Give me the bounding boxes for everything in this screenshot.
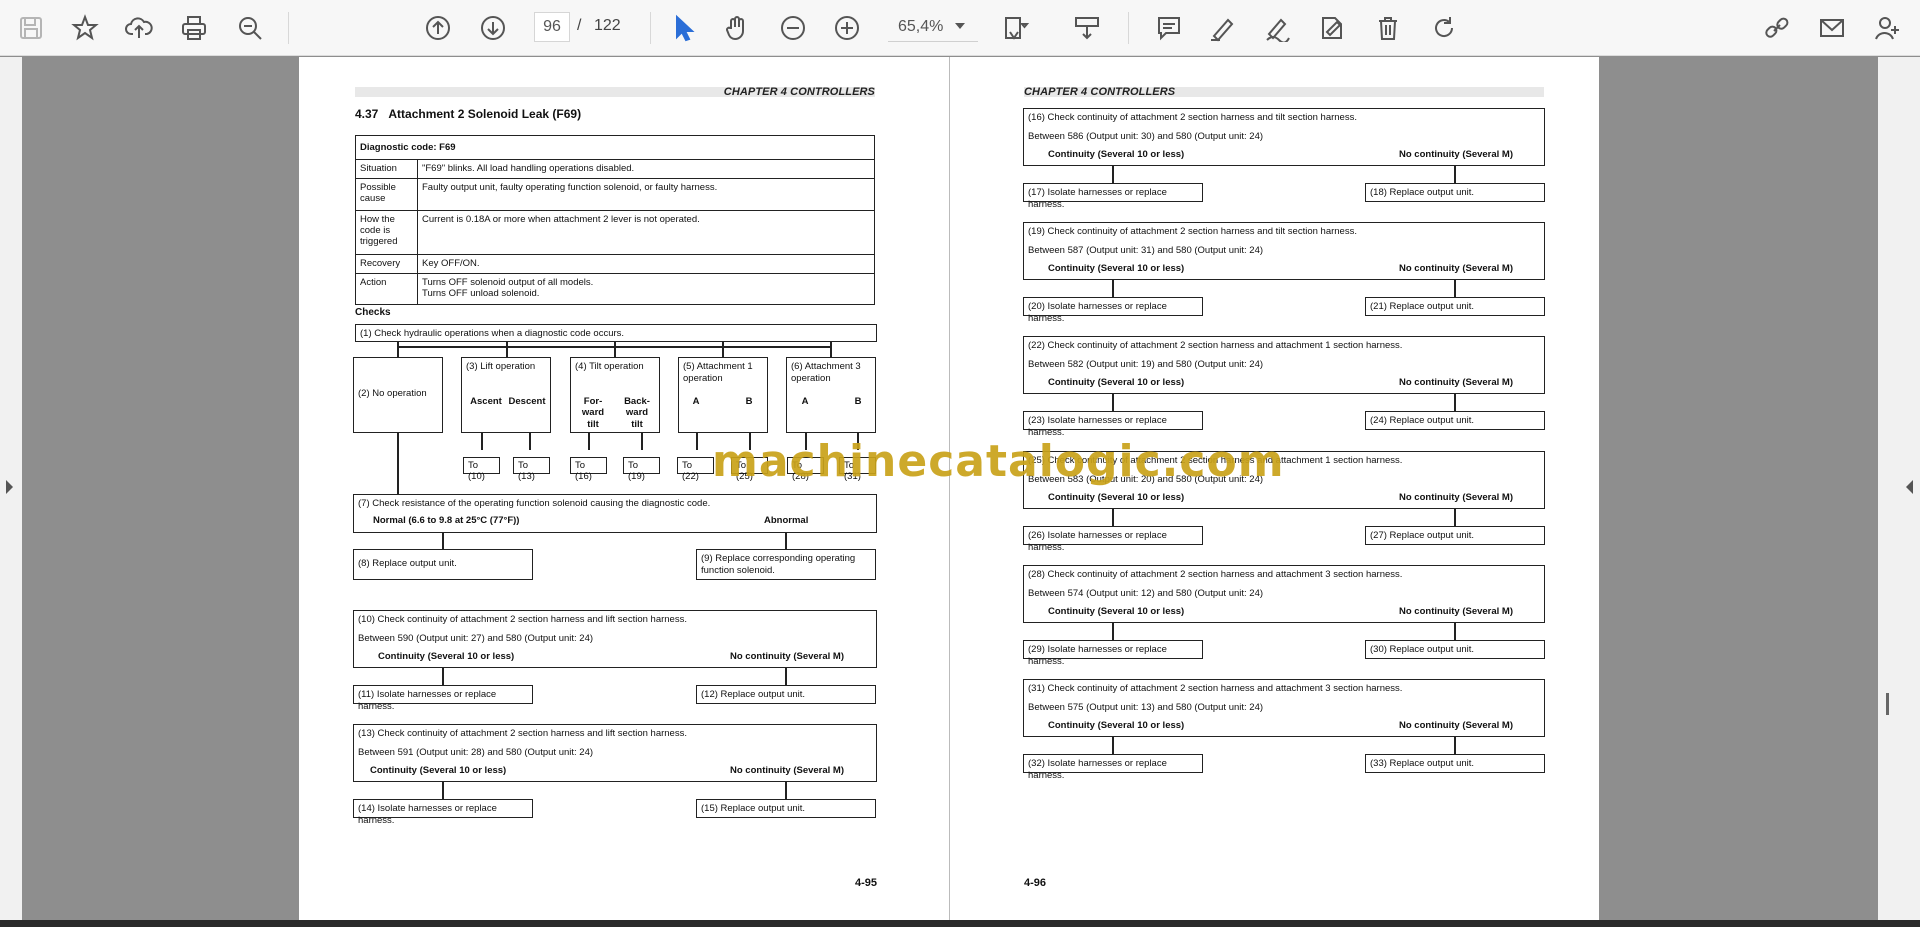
section-title: 4.37 Attachment 2 Solenoid Leak (F69): [355, 107, 582, 121]
chapter-heading: CHAPTER 4 CONTROLLERS: [1024, 86, 1176, 98]
upload-icon[interactable]: [120, 9, 158, 47]
page-up-icon[interactable]: [419, 9, 457, 47]
result-box: (21) Replace output unit.: [1365, 297, 1545, 316]
page-number-right: 4-96: [1024, 877, 1047, 889]
result-box: (30) Replace output unit.: [1365, 640, 1545, 659]
op-box-attachment1: (5) Attachment 1 operation: [678, 357, 768, 433]
goto-label: To (19): [623, 457, 660, 482]
table-row: Recovery Key OFF/ON.: [356, 255, 874, 274]
result-box: (29) Isolate harnesses or replace harnes…: [1023, 640, 1203, 667]
scroll-mode-icon[interactable]: [1068, 9, 1106, 47]
zoom-in-icon[interactable]: [828, 9, 866, 47]
delete-icon[interactable]: [1369, 9, 1407, 47]
result-box-11: (11) Isolate harnesses or replace harnes…: [353, 685, 533, 712]
result-box-9: (9) Replace corresponding operating func…: [696, 549, 876, 580]
share-link-icon[interactable]: [1758, 9, 1796, 47]
table-row: How the code is triggered Current is 0.1…: [356, 211, 874, 255]
bookmark-star-icon[interactable]: [66, 9, 104, 47]
select-cursor-icon[interactable]: [664, 9, 702, 47]
result-box: (27) Replace output unit.: [1365, 526, 1545, 545]
checks-heading: Checks: [355, 307, 391, 318]
goto-label: To (10): [463, 457, 500, 482]
result-box: (17) Isolate harnesses or replace harnes…: [1023, 183, 1203, 210]
fit-page-icon[interactable]: [997, 9, 1035, 47]
page-number-left: 4-95: [855, 877, 878, 889]
result-box: (24) Replace output unit.: [1365, 411, 1545, 430]
check-step-7: (7) Check resistance of the operating fu…: [353, 494, 877, 533]
add-user-icon[interactable]: [1868, 9, 1906, 47]
normal-label: Normal (6.6 to 9.8 at 25°C (77°F)): [373, 515, 520, 526]
table-row: Situation "F69" blinks. All load handlin…: [356, 160, 874, 179]
result-box: (33) Replace output unit.: [1365, 754, 1545, 773]
toolbar: 96 / 122 65,4%: [0, 0, 1920, 56]
page-number-input[interactable]: 96: [534, 12, 570, 42]
result-box-15: (15) Replace output unit.: [696, 799, 876, 818]
sign-icon[interactable]: [1313, 9, 1351, 47]
op-box-attachment3: (6) Attachment 3 operation: [786, 357, 876, 433]
chevron-down-icon[interactable]: [955, 23, 965, 29]
goto-label: To (22): [677, 457, 714, 482]
watermark: machinecatalogic.com: [712, 436, 1285, 487]
goto-label: To (13): [513, 457, 550, 482]
result-box-12: (12) Replace output unit.: [696, 685, 876, 704]
check-step-1: (1) Check hydraulic operations when a di…: [355, 324, 877, 342]
rotate-icon[interactable]: [1425, 9, 1463, 47]
result-box: (32) Isolate harnesses or replace harnes…: [1023, 754, 1203, 781]
expand-right-panel-icon[interactable]: [1906, 480, 1913, 494]
comment-icon[interactable]: [1150, 9, 1188, 47]
document-page-left: CHAPTER 4 CONTROLLERS 4.37 Attachment 2 …: [299, 57, 949, 920]
table-row: Action Turns OFF solenoid output of all …: [356, 274, 874, 304]
total-pages: 122: [594, 17, 621, 34]
result-box: (26) Isolate harnesses or replace harnes…: [1023, 526, 1203, 553]
result-box-8: (8) Replace output unit.: [353, 549, 533, 580]
op-box-lift: (3) Lift operation: [461, 357, 551, 433]
result-box: (20) Isolate harnesses or replace harnes…: [1023, 297, 1203, 324]
page-separator: /: [577, 17, 582, 34]
abnormal-label: Abnormal: [764, 515, 809, 526]
document-page-right: CHAPTER 4 CONTROLLERS (16) Check continu…: [949, 57, 1599, 920]
result-box: (18) Replace output unit.: [1365, 183, 1545, 202]
draw-icon[interactable]: [1258, 9, 1296, 47]
result-box: (23) Isolate harnesses or replace harnes…: [1023, 411, 1203, 438]
op-box-no-operation: (2) No operation: [353, 357, 443, 433]
email-icon[interactable]: [1813, 9, 1851, 47]
taskbar-edge: [0, 920, 1920, 927]
hand-icon[interactable]: [718, 9, 756, 47]
page-down-icon[interactable]: [474, 9, 512, 47]
right-panel-strip: [1878, 57, 1920, 920]
diagnostic-table: Diagnostic code: F69 Situation "F69" bli…: [355, 135, 875, 305]
zoom-out-icon[interactable]: [774, 9, 812, 47]
print-icon[interactable]: [175, 9, 213, 47]
expand-left-panel-icon[interactable]: [6, 480, 13, 494]
chapter-heading: CHAPTER 4 CONTROLLERS: [723, 86, 875, 98]
save-icon[interactable]: [12, 9, 50, 47]
highlight-icon[interactable]: [1203, 9, 1241, 47]
table-row: Possible cause Faulty output unit, fault…: [356, 179, 874, 211]
scrollbar-thumb[interactable]: [1886, 693, 1889, 715]
zoom-search-icon[interactable]: [231, 9, 269, 47]
result-box-14: (14) Isolate harnesses or replace harnes…: [353, 799, 533, 826]
goto-label: To (16): [570, 457, 607, 482]
diagnostic-header: Diagnostic code: F69: [356, 136, 874, 160]
